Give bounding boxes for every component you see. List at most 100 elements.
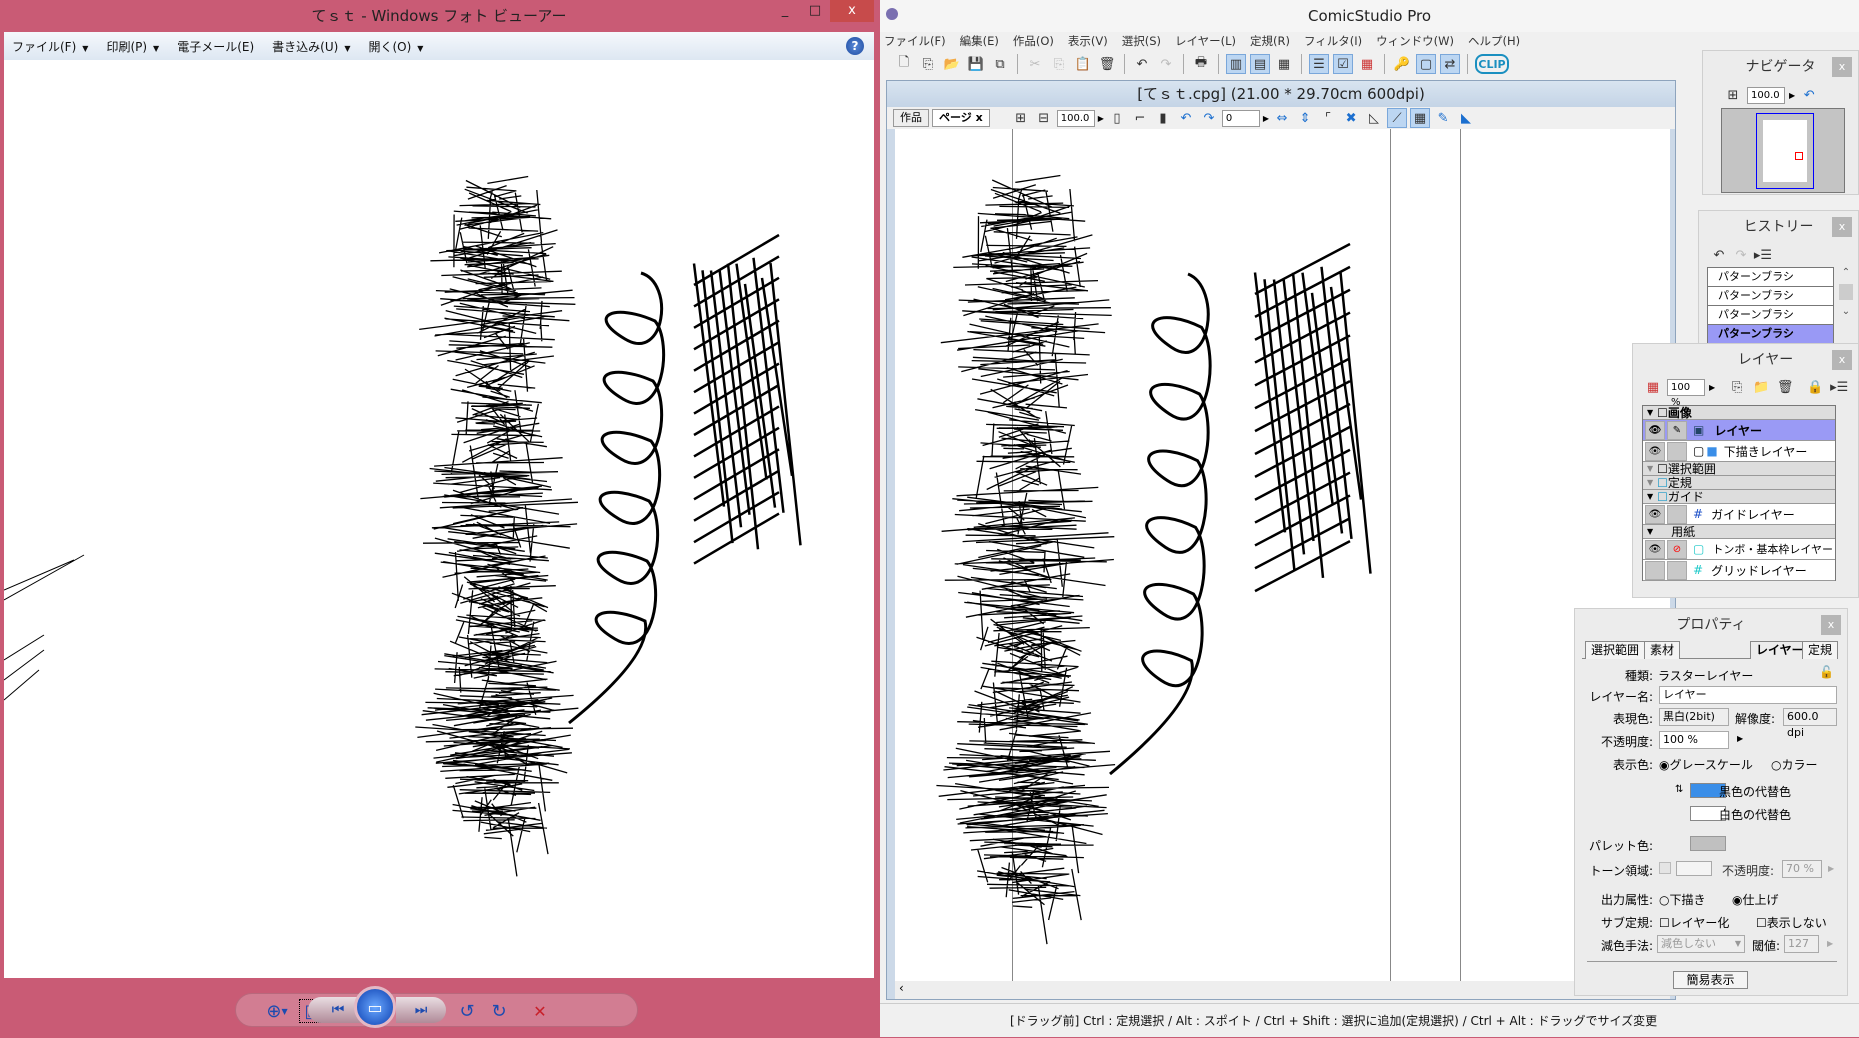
layer-row-crop[interactable]: 👁 ⊘ ▢ トンボ・基本枠レイヤー [1643,539,1835,560]
tab-ruler[interactable]: 定規 [1802,641,1838,659]
new-icon[interactable]: 🗋 [894,54,914,74]
rotate-left-icon[interactable]: ↶ [1176,108,1196,128]
color-palette-icon[interactable]: ▦ [1357,54,1377,74]
menu-select[interactable]: 選択(S) [1122,33,1161,49]
tab-work[interactable]: 作品 [893,109,929,127]
layer-row-layer[interactable]: 👁 ✎ ▣ レイヤー [1643,420,1835,441]
layer-group-paper[interactable]: ▼ 用紙 [1643,525,1835,539]
history-item[interactable]: パターンブラシ [1707,306,1834,325]
lock-icon[interactable]: 🔒 [1805,377,1825,397]
flip-vertical-icon[interactable]: ⇕ [1295,108,1315,128]
triangle-ruler-icon[interactable]: ◣ [1456,108,1476,128]
grid-icon[interactable]: ✖ [1341,108,1361,128]
delete-icon[interactable]: 🗑 [1097,54,1117,74]
lock-icon[interactable]: 🔓 [1819,665,1834,679]
properties-palette-icon[interactable]: ☑ [1333,54,1353,74]
pen-slot[interactable] [1667,441,1687,461]
tone-checkbox[interactable] [1659,862,1671,874]
print-icon[interactable]: 🖶 [1191,54,1211,74]
navigator-preview[interactable] [1721,108,1845,193]
search-material-icon[interactable]: 🔑 [1392,54,1412,74]
menu-window[interactable]: ウィンドウ(W) [1376,33,1454,49]
eye-slot[interactable] [1645,560,1665,580]
undo-icon[interactable]: ↶ [1709,245,1729,265]
zoom-out-icon[interactable]: ⊟ [1034,108,1054,128]
zoom-input[interactable]: 100.0 [1056,109,1095,127]
pen-tool-icon[interactable]: ✎ [1433,108,1453,128]
swap-icon[interactable]: ⇅ [1675,784,1683,795]
slideshow-icon[interactable]: ▭ [354,986,396,1028]
history-item[interactable]: パターンブラシ [1707,325,1834,344]
play-icon[interactable]: ▶ [1737,734,1743,743]
menu-ruler[interactable]: 定規(R) [1250,33,1290,49]
layer-group-guide[interactable]: ▼ ☐ ガイド [1643,490,1835,504]
eye-icon[interactable]: 👁 [1645,539,1665,559]
snap-grid-icon[interactable]: ▦ [1410,108,1431,128]
trash-icon[interactable]: 🗑 [1775,377,1795,397]
rotate-left-icon[interactable]: ↺ [454,998,480,1024]
new-layer-icon[interactable]: ⎘ [1727,377,1747,397]
history-icon[interactable]: ⇄ [1440,54,1460,74]
menu-work[interactable]: 作品(O) [1013,33,1054,49]
rotate-icon[interactable]: ↶ [1799,85,1819,105]
tool-options-icon[interactable]: ▤ [1250,54,1270,74]
new-page-icon[interactable]: ⎘ [918,54,938,74]
draft-radio[interactable]: ○下描き [1659,891,1706,908]
copy-icon[interactable]: ⎘ [1049,54,1069,74]
layer-row-draft[interactable]: 👁 ▢ ■ 下描きレイヤー [1643,441,1835,462]
close-icon[interactable]: x [1832,350,1852,370]
hide-checkbox[interactable]: ☐表示しない [1756,914,1827,931]
folder-icon[interactable]: 📁 [1751,377,1771,397]
zoom-icon[interactable]: ⊕ ▼ [261,999,293,1023]
menu-print[interactable]: 印刷(P) ▼ [106,38,159,55]
fit-page-icon[interactable]: ▯ [1107,108,1127,128]
open-icon[interactable]: 📂 [942,54,962,74]
menu-email[interactable]: 電子メール(E) [177,38,254,55]
flip-horizontal-icon[interactable]: ⇔ [1272,108,1292,128]
close-icon[interactable]: x [1821,615,1841,635]
color-radio[interactable]: ○カラー [1771,756,1818,773]
pen-slot[interactable] [1667,504,1687,524]
menu-burn[interactable]: 書き込み(U) ▼ [272,38,350,55]
menu-file[interactable]: ファイル(F) [884,33,946,49]
history-item[interactable]: パターンブラシ [1707,268,1834,287]
snap-icon[interactable]: ⟋ [1387,108,1408,128]
zoom-in-icon[interactable]: ⊞ [1011,108,1031,128]
perspective-icon[interactable]: ◺ [1364,108,1384,128]
eye-icon[interactable]: 👁 [1645,441,1665,461]
close-icon[interactable]: x [1832,57,1852,77]
save-as-icon[interactable]: ⧉ [990,54,1010,74]
layer-row-guide[interactable]: 👁 # ガイドレイヤー [1643,504,1835,525]
layer-palette-icon[interactable]: ☰ [1309,54,1329,74]
tool-palette-icon[interactable]: ▥ [1226,54,1246,74]
close-button[interactable]: x [830,0,874,22]
play-icon[interactable]: ▶ [1098,114,1104,123]
minimize-button[interactable]: _ [770,0,800,22]
grayscale-radio[interactable]: ◉グレースケール [1659,756,1753,773]
drawing-canvas[interactable] [895,129,1670,981]
no-edit-icon[interactable]: ⊘ [1667,539,1687,559]
tab-material[interactable]: 素材 [1644,641,1681,659]
pen-icon[interactable]: ✎ [1667,420,1687,440]
cut-icon[interactable]: ✂ [1025,54,1045,74]
navigator-zoom-input[interactable]: 100.0 [1747,86,1785,104]
layerize-checkbox[interactable]: ☐レイヤー化 [1659,914,1729,931]
navigator-icon[interactable]: ▢ [1416,54,1436,74]
menu-help[interactable]: ヘルプ(H) [1468,33,1520,49]
tab-layer[interactable]: レイヤー [1750,641,1810,659]
rotate-right-icon[interactable]: ↻ [486,998,512,1024]
ruler-icon[interactable]: ⌜ [1318,108,1338,128]
close-icon[interactable]: x [1832,217,1852,237]
vertical-scrollbar[interactable]: ⌃ ⌄ [1839,267,1853,343]
tab-page[interactable]: ページ x [932,109,990,127]
redo-icon[interactable]: ↷ [1731,245,1751,265]
scroll-left-icon[interactable]: ‹ [895,981,904,995]
menu-filter[interactable]: フィルタ(I) [1304,33,1362,49]
save-icon[interactable]: 💾 [966,54,986,74]
horizontal-scrollbar[interactable]: ‹ [895,981,1670,999]
next-icon[interactable]: ⏭ [396,997,446,1023]
close-icon[interactable]: x [976,111,983,124]
help-icon[interactable]: ? [846,37,864,55]
color-icon[interactable]: ▦ [1643,377,1663,397]
rotate-right-icon[interactable]: ↷ [1199,108,1219,128]
